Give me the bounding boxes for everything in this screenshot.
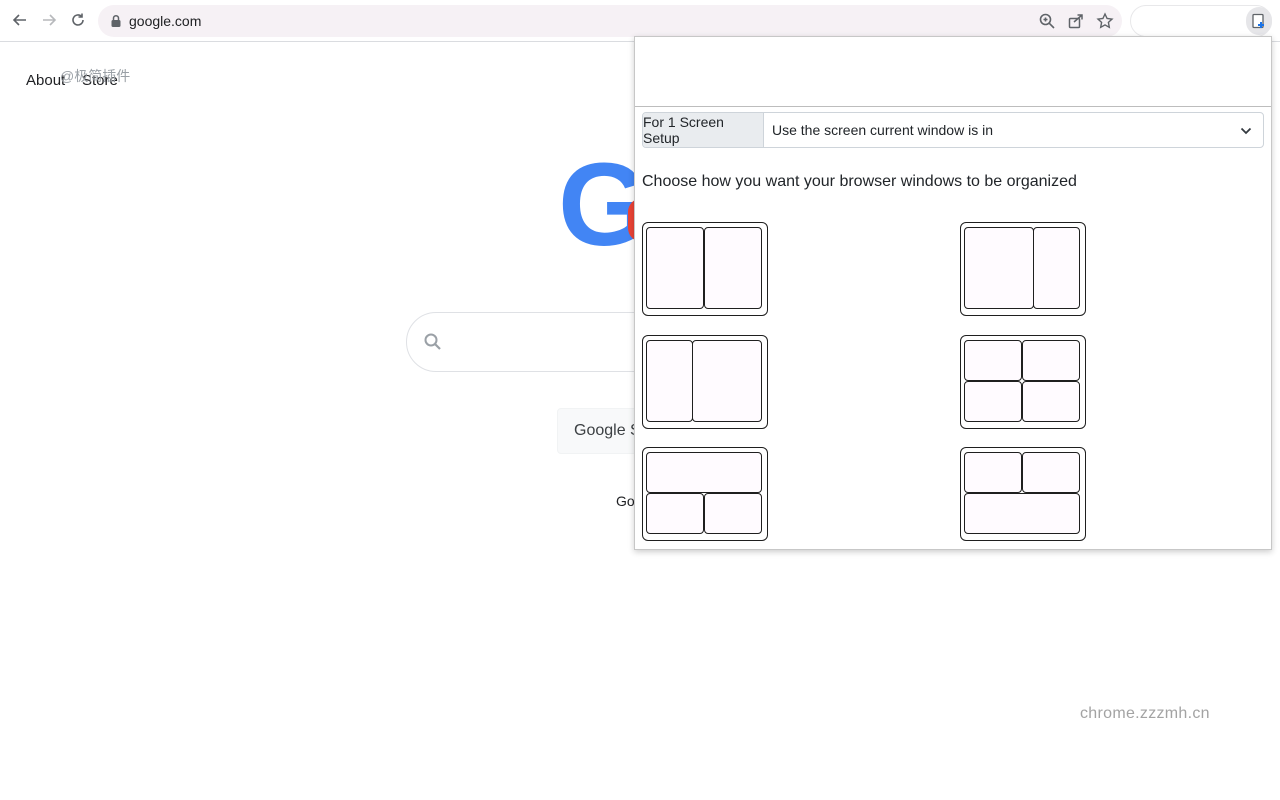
layout-pane (964, 381, 1022, 422)
layout-narrow-left-wide-right[interactable] (642, 335, 768, 429)
screen-select[interactable]: Use the screen current window is in (764, 113, 1263, 147)
layout-pane (646, 493, 704, 534)
layout-pane (1022, 452, 1080, 493)
layout-pane (964, 452, 1022, 493)
layout-pane (646, 452, 762, 493)
window-manager-extension-icon (1252, 13, 1264, 29)
layout-two-equal-columns[interactable] (642, 222, 768, 316)
layout-top-two-bottom-full[interactable] (960, 447, 1086, 541)
forward-arrow-icon (43, 14, 57, 26)
screen-setup-label: For 1 Screen Setup (643, 113, 764, 147)
chevron-down-icon (1240, 127, 1252, 135)
layout-pane (964, 493, 1080, 534)
layout-pane (704, 493, 762, 534)
watermark-top: @极简插件 (60, 68, 131, 84)
share-icon[interactable] (1067, 12, 1085, 30)
back-arrow-icon (12, 14, 26, 26)
popup-header (635, 37, 1271, 107)
address-bar[interactable]: google.com (98, 5, 1122, 37)
extension-button[interactable] (1246, 7, 1272, 35)
layout-pane (692, 340, 762, 422)
bookmark-star-icon[interactable] (1096, 12, 1114, 30)
forward-button[interactable] (37, 8, 61, 32)
layout-pane (964, 227, 1034, 309)
layout-pane (1022, 340, 1080, 381)
back-button[interactable] (8, 8, 32, 32)
screen-setup-group: For 1 Screen Setup Use the screen curren… (642, 112, 1264, 148)
layout-pane (1022, 381, 1080, 422)
layout-pane (646, 227, 704, 309)
layout-pane (646, 340, 693, 422)
window-layout-popup: For 1 Screen Setup Use the screen curren… (634, 36, 1272, 550)
reload-icon (72, 13, 84, 26)
layout-top-full-bottom-two[interactable] (642, 447, 768, 541)
url-text: google.com (129, 13, 202, 29)
layout-pane (1033, 227, 1080, 309)
zoom-icon[interactable] (1038, 12, 1056, 30)
layout-four-quadrants[interactable] (960, 335, 1086, 429)
layout-instruction: Choose how you want your browser windows… (642, 173, 1077, 190)
layout-pane (964, 340, 1022, 381)
search-icon (424, 333, 441, 350)
lock-icon[interactable] (110, 14, 122, 28)
watermark-bottom: chrome.zzzmh.cn (1080, 705, 1210, 722)
screen-select-value: Use the screen current window is in (772, 122, 993, 138)
reload-button[interactable] (66, 8, 90, 32)
layout-pane (704, 227, 762, 309)
layout-wide-left-narrow-right[interactable] (960, 222, 1086, 316)
